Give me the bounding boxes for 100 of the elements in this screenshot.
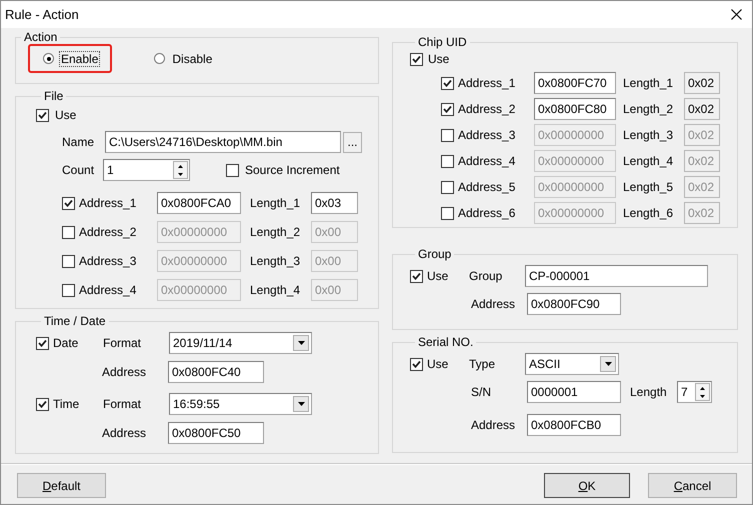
field-label: Length_3 xyxy=(249,254,302,268)
checkbox-label: Time xyxy=(53,397,80,411)
group-title: Chip UID xyxy=(417,35,468,49)
field-label: Length_2 xyxy=(622,102,674,116)
address-field[interactable]: 0x0800FC50 xyxy=(168,422,264,444)
checkbox[interactable] xyxy=(441,206,454,220)
field-label: Group xyxy=(469,269,504,283)
checkbox[interactable] xyxy=(62,254,75,268)
up-arrow-icon xyxy=(700,386,705,390)
checkbox[interactable] xyxy=(410,52,423,66)
field-label: Length_5 xyxy=(622,180,674,194)
dropdown-field[interactable]: ASCII xyxy=(525,353,619,375)
field-label: Address xyxy=(471,418,516,432)
group-title: Group xyxy=(417,247,452,261)
field-label: Length_2 xyxy=(249,225,302,239)
group-title: Serial NO. xyxy=(417,335,474,349)
length-field: 0x02 xyxy=(684,124,720,146)
dropdown-field[interactable]: 16:59:55 xyxy=(169,393,312,415)
checkbox-label: Address_2 xyxy=(458,102,516,116)
field-label: Name xyxy=(62,135,96,149)
checkbox-label: Address_6 xyxy=(458,206,516,220)
checkbox-label: Address_2 xyxy=(79,225,138,239)
caret-icon xyxy=(298,402,304,406)
field-label: S/N xyxy=(471,385,492,399)
radio-label: Enable xyxy=(59,50,100,66)
checkbox-label: Use xyxy=(427,269,450,283)
checkbox-label: Use xyxy=(428,52,450,66)
number-field[interactable]: 1 xyxy=(103,159,190,181)
address-field[interactable]: 0x0800FC80 xyxy=(534,98,616,120)
length-field: 0x02 xyxy=(684,98,720,120)
field-label: Format xyxy=(103,397,142,411)
field-label: Length_4 xyxy=(249,283,302,297)
dropdown-button[interactable] xyxy=(600,356,616,372)
checkbox-label: Date xyxy=(53,336,80,350)
checkbox-label: Address_1 xyxy=(79,196,138,210)
checkbox[interactable] xyxy=(36,108,49,122)
checkbox-label: Address_1 xyxy=(458,76,516,90)
field-label: Length xyxy=(629,385,668,399)
spin-buttons[interactable] xyxy=(695,383,710,401)
length-field: 0x02 xyxy=(684,72,720,94)
field-label: Format xyxy=(103,336,142,350)
checkbox-label: Address_5 xyxy=(458,180,516,194)
checkbox[interactable] xyxy=(36,336,49,350)
field-label: Length_4 xyxy=(622,154,674,168)
address-field[interactable]: 0x0800FC40 xyxy=(168,361,264,383)
checkbox-label: Address_4 xyxy=(79,283,138,297)
length-field[interactable]: 0x03 xyxy=(311,192,358,214)
group-title: Time / Date xyxy=(43,314,107,328)
checkbox-label: Address_3 xyxy=(79,254,138,268)
length-field: 0x02 xyxy=(684,150,720,172)
length-field: 0x02 xyxy=(684,202,720,224)
checkbox[interactable] xyxy=(410,270,423,282)
close-icon[interactable] xyxy=(731,9,742,20)
down-arrow-icon xyxy=(700,394,705,398)
checkbox[interactable] xyxy=(62,226,75,238)
radio-label: Disable xyxy=(171,50,214,66)
field-label: Length_1 xyxy=(622,76,674,90)
dropdown-field[interactable]: 2019/11/14 xyxy=(169,332,312,354)
file-path-field[interactable]: C:\Users\24716\Desktop\MM.bin xyxy=(105,131,341,153)
checkbox[interactable] xyxy=(410,358,423,370)
field-label: Length_1 xyxy=(249,196,302,210)
serial-number-field[interactable]: 0000001 xyxy=(527,381,621,403)
field-label: Address xyxy=(102,365,148,379)
address-field[interactable]: 0x0800FCB0 xyxy=(527,414,621,436)
address-field[interactable]: 0x0800FC90 xyxy=(527,293,621,315)
checkbox[interactable] xyxy=(441,180,454,194)
dialog-button[interactable]: Cancel xyxy=(648,473,737,498)
group-title: File xyxy=(43,89,64,103)
checkbox[interactable] xyxy=(62,284,75,296)
field-label: Address xyxy=(471,297,516,311)
address-field[interactable]: 0x0800FC70 xyxy=(534,72,616,94)
browse-button[interactable]: ... xyxy=(343,132,362,152)
field-label: Type xyxy=(469,357,496,371)
checkbox-label: Source Increment xyxy=(245,163,340,177)
group-field[interactable]: CP-000001 xyxy=(525,265,708,287)
checkbox[interactable] xyxy=(441,102,454,116)
number-field[interactable]: 7 xyxy=(677,381,712,403)
spin-buttons[interactable] xyxy=(173,161,188,179)
checkbox[interactable] xyxy=(226,164,239,176)
radio-button[interactable] xyxy=(154,53,166,64)
checkbox[interactable] xyxy=(62,196,75,210)
up-arrow-icon xyxy=(178,164,183,168)
checkbox-label: Address_3 xyxy=(458,128,516,142)
group-title: Action xyxy=(23,30,58,44)
length-field: 0x02 xyxy=(684,176,720,198)
field-label: Count xyxy=(62,163,96,177)
checkbox[interactable] xyxy=(441,128,454,142)
field-label: Length_6 xyxy=(622,206,674,220)
checkbox[interactable] xyxy=(36,398,49,410)
dropdown-button[interactable] xyxy=(293,335,309,351)
dialog-button[interactable]: Default xyxy=(17,473,106,498)
window-title: Rule - Action xyxy=(5,7,79,22)
checkbox[interactable] xyxy=(441,154,454,168)
caret-icon xyxy=(604,362,612,366)
caret-icon xyxy=(298,341,304,345)
radio-button[interactable] xyxy=(43,53,54,64)
dropdown-button[interactable] xyxy=(293,396,309,412)
dialog-button[interactable]: OK xyxy=(544,473,630,498)
address-field[interactable]: 0x0800FCA0 xyxy=(157,192,241,214)
checkbox[interactable] xyxy=(441,76,454,90)
